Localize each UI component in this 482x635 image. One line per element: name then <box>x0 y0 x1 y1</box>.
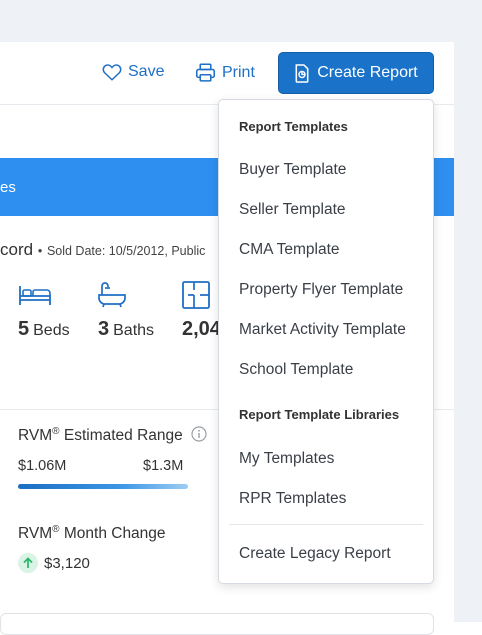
menu-divider <box>229 524 423 525</box>
baths-stat: 3 Baths <box>98 280 154 340</box>
rvm-prefix: RVM <box>18 427 53 445</box>
beds-value: 5 <box>18 318 30 340</box>
sqft-stat: 2,04 <box>182 280 221 340</box>
range-high-value: $1.3M <box>143 458 184 474</box>
rvm-range-text: Estimated Range <box>63 427 183 445</box>
template-libraries-header: Report Template Libraries <box>239 407 400 422</box>
menu-item-my-templates[interactable]: My Templates <box>239 450 334 468</box>
banner-text: es <box>0 179 16 196</box>
sqft-value: 2,04 <box>182 318 221 340</box>
rvm-estimated-range-label: RVM® Estimated Range <box>18 426 207 445</box>
menu-item-buyer-template[interactable]: Buyer Template <box>239 161 346 179</box>
menu-item-create-legacy-report[interactable]: Create Legacy Report <box>239 545 391 563</box>
save-button[interactable]: Save <box>102 63 164 81</box>
floorplan-icon <box>182 281 210 309</box>
baths-value: 3 <box>98 318 110 340</box>
sold-info: Sold Date: 10/5/2012, Public <box>46 244 206 258</box>
range-low-value: $1.06M <box>18 458 67 474</box>
bottom-card <box>0 613 434 635</box>
print-label: Print <box>222 64 255 81</box>
record-title: cord <box>0 240 34 259</box>
rvm-month-change-text: Month Change <box>63 525 166 543</box>
info-icon[interactable] <box>191 426 207 442</box>
right-gutter <box>454 0 482 622</box>
save-label: Save <box>128 63 165 80</box>
bathtub-icon <box>98 282 126 308</box>
baths-label: Baths <box>113 322 155 339</box>
month-change-row: $3,120 <box>18 553 90 573</box>
printer-icon <box>195 63 216 82</box>
menu-item-cma-template[interactable]: CMA Template <box>239 241 340 259</box>
create-report-button[interactable]: Create Report <box>279 53 433 93</box>
report-icon <box>295 63 309 83</box>
record-bullet: • <box>37 244 43 258</box>
range-bar <box>18 484 188 489</box>
create-report-dropdown: Report Templates Buyer Template Seller T… <box>218 99 434 584</box>
create-report-label: Create Report <box>317 64 418 81</box>
beds-label: Beds <box>33 322 70 339</box>
report-templates-header: Report Templates <box>239 119 348 134</box>
print-button[interactable]: Print <box>195 63 255 83</box>
bed-icon <box>19 286 51 305</box>
top-strip <box>0 0 454 42</box>
month-change-value: $3,120 <box>44 554 90 572</box>
arrow-up-icon <box>18 553 38 573</box>
rvm-reg-mark: ® <box>52 426 60 437</box>
menu-item-school-template[interactable]: School Template <box>239 361 353 379</box>
heart-icon <box>102 64 122 81</box>
menu-item-market-activity-template[interactable]: Market Activity Template <box>239 321 406 339</box>
rvm-reg-mark-2: ® <box>52 524 60 535</box>
rvm-month-change-label: RVM® Month Change <box>18 524 166 543</box>
menu-item-rpr-templates[interactable]: RPR Templates <box>239 490 346 508</box>
menu-item-seller-template[interactable]: Seller Template <box>239 201 346 219</box>
beds-stat: 5 Beds <box>18 280 70 340</box>
rvm-prefix-2: RVM <box>18 525 53 543</box>
menu-item-property-flyer-template[interactable]: Property Flyer Template <box>239 281 403 299</box>
record-line: cord • Sold Date: 10/5/2012, Public <box>0 240 205 260</box>
